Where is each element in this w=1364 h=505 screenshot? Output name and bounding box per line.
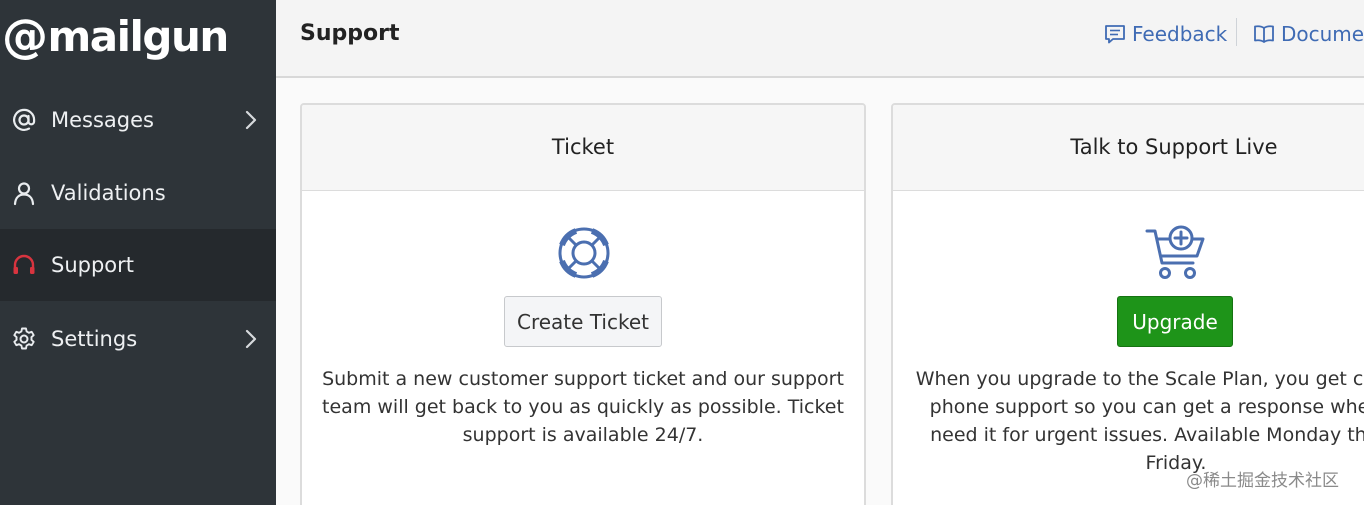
sidebar-item-validations[interactable]: Validations xyxy=(0,157,276,229)
sidebar-item-label: Validations xyxy=(51,181,166,205)
feedback-link[interactable]: Feedback xyxy=(1104,0,1227,68)
chevron-right-icon xyxy=(241,109,261,131)
logo-wordmark: mailgun xyxy=(47,11,230,61)
page-header: Support Feedback Documentation xyxy=(276,0,1364,78)
ticket-description-line: support is available 24/7. xyxy=(462,424,704,446)
upgrade-button[interactable]: Upgrade xyxy=(1117,296,1233,347)
documentation-link[interactable]: Documentation xyxy=(1253,0,1364,68)
live-support-description-line: need it for urgent issues. Available Mon… xyxy=(930,424,1364,446)
ticket-description-line: team will get back to you as quickly as … xyxy=(322,396,844,418)
live-support-description-line: When you upgrade to the Scale Plan, you … xyxy=(915,368,1364,390)
header-divider xyxy=(1236,18,1237,46)
at-icon xyxy=(11,107,37,133)
app-window: @ mailgun Messages Validations Support S… xyxy=(0,0,1364,505)
chevron-right-icon xyxy=(241,328,261,350)
feedback-link-label: Feedback xyxy=(1132,22,1228,46)
page-title: Support xyxy=(300,21,400,46)
watermark: @稀土掘金技术社区 xyxy=(1186,471,1339,491)
lifebuoy-icon xyxy=(554,223,614,283)
sidebar-item-label: Settings xyxy=(51,327,138,351)
support-content: Ticket Create Ticket Submit a new custom… xyxy=(276,78,1364,505)
ticket-description: Submit a new customer support ticket and… xyxy=(312,365,854,449)
sidebar-item-settings[interactable]: Settings xyxy=(0,303,276,375)
live-support-description: When you upgrade to the Scale Plan, you … xyxy=(897,365,1364,477)
ticket-card: Ticket Create Ticket Submit a new custom… xyxy=(300,103,866,505)
sidebar: @ mailgun Messages Validations Support S… xyxy=(0,0,276,505)
gear-icon xyxy=(11,326,37,352)
logo-at-symbol: @ xyxy=(2,9,48,63)
live-support-description-line: phone support so you can get a response … xyxy=(929,396,1364,418)
ticket-description-line: Submit a new customer support ticket and… xyxy=(322,368,844,390)
sidebar-item-label: Messages xyxy=(51,108,154,132)
mailgun-logo[interactable]: @ mailgun xyxy=(2,6,230,66)
sidebar-item-support[interactable]: Support xyxy=(0,229,276,301)
card-title: Ticket xyxy=(302,105,864,191)
feedback-icon xyxy=(1104,23,1126,45)
live-support-card: Talk to Support Live Upgrade When you up… xyxy=(891,103,1364,505)
book-icon xyxy=(1253,23,1275,45)
headset-icon xyxy=(11,252,37,278)
create-ticket-button[interactable]: Create Ticket xyxy=(504,296,662,347)
sidebar-item-label: Support xyxy=(51,253,135,277)
card-title: Talk to Support Live xyxy=(893,105,1364,191)
sidebar-item-messages[interactable]: Messages xyxy=(0,84,276,156)
cart-plus-icon xyxy=(1145,223,1205,283)
user-icon xyxy=(11,180,37,206)
documentation-link-label: Documentation xyxy=(1281,22,1364,46)
